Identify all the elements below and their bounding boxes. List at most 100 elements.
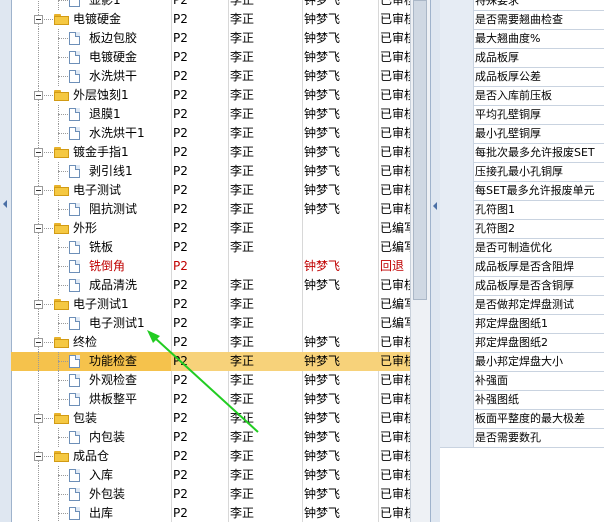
tree-row[interactable]: 外形 P2 李正 已编写 [11,219,410,238]
tree-row[interactable]: 退膜1 P2 李正 钟梦飞 已审核 [11,105,410,124]
property-row[interactable]: 邦定焊盘图纸2 [440,333,604,353]
tree-row[interactable]: 外包装 P2 李正 钟梦飞 已审核 [11,485,410,504]
row-name: 成品清洗 [89,278,138,292]
property-label: 是否需要数孔 [475,431,541,444]
row-code: P2 [173,183,188,197]
property-row-header [440,67,474,86]
property-label: 是否做邦定焊盘测试 [475,298,574,311]
tree-row[interactable]: 烘板整平 P2 李正 钟梦飞 已审核 [11,390,410,409]
property-row[interactable]: 压接孔最小孔铜厚 [440,162,604,182]
property-row[interactable]: 最大翘曲度% [440,29,604,49]
tree-row[interactable]: 电镀硬金 P2 李正 钟梦飞 已审核 [11,48,410,67]
collapse-toggle-icon[interactable] [34,414,43,423]
scrollbar-thumb[interactable] [413,0,427,300]
property-label: 平均孔壁铜厚 [475,108,541,121]
tree-row[interactable]: 水洗烘干 P2 李正 钟梦飞 已审核 [11,67,410,86]
property-label: 每批次最多允许报废SET [475,146,595,159]
tree-row[interactable]: 显影1 P2 李正 钟梦飞 已审核 [11,0,410,10]
property-row[interactable]: 平均孔壁铜厚 [440,105,604,125]
property-row-header [440,10,474,29]
tree-row[interactable]: 外观检查 P2 李正 钟梦飞 已审核 [11,371,410,390]
collapse-panel-icon[interactable] [433,202,437,210]
tree-row[interactable]: 终检 P2 李正 钟梦飞 已审核 [11,333,410,352]
property-label: 补强面 [475,374,508,387]
row-author: 李正 [230,335,255,349]
collapse-toggle-icon[interactable] [34,300,43,309]
row-name-cell: 阻抗测试 [11,200,171,219]
row-name-cell: 电镀硬金 [11,10,171,29]
tree-guide-line [38,276,39,295]
collapse-left-icon[interactable] [3,200,7,208]
tree-row[interactable]: 内包装 P2 李正 钟梦飞 已审核 [11,428,410,447]
row-name: 板边包胶 [89,31,138,45]
row-author: 李正 [230,12,255,26]
collapse-toggle-icon[interactable] [34,224,43,233]
tree-row[interactable]: 剥引线1 P2 李正 钟梦飞 已审核 [11,162,410,181]
tree-row[interactable]: 镀金手指1 P2 李正 钟梦飞 已审核 [11,143,410,162]
tree-guide-line [58,57,68,58]
row-name-cell: 功能检查 [11,352,171,371]
property-row[interactable]: 是否做邦定焊盘测试 [440,295,604,315]
property-row[interactable]: 成品板厚 [440,48,604,68]
tree-row[interactable]: 外层蚀刻1 P2 李正 钟梦飞 已审核 [11,86,410,105]
collapse-toggle-icon[interactable] [34,338,43,347]
row-status: 已审核 [380,107,410,121]
property-label: 成品板厚公差 [475,70,541,83]
tree-row[interactable]: 水洗烘干1 P2 李正 钟梦飞 已审核 [11,124,410,143]
property-row[interactable]: 成品板厚是否含阻焊 [440,257,604,277]
property-row[interactable]: 成品板厚是否含铜厚 [440,276,604,296]
row-reviewer: 钟梦飞 [304,31,341,45]
property-label: 邦定焊盘图纸2 [475,336,548,349]
property-row[interactable]: 每SET最多允许报废单元 [440,181,604,201]
row-author: 李正 [230,506,255,520]
property-row[interactable]: 补强图纸 [440,390,604,410]
tree-row[interactable]: 电子测试1 P2 李正 已编写 [11,295,410,314]
property-row[interactable]: 成品板厚公差 [440,67,604,87]
tree-row[interactable]: 入库 P2 李正 钟梦飞 已审核 [11,466,410,485]
tree-row[interactable]: 出库 P2 李正 钟梦飞 已审核 [11,504,410,522]
tree-guide-line [38,67,39,86]
tree-row[interactable]: 包装 P2 李正 钟梦飞 已审核 [11,409,410,428]
tree-row[interactable]: 成品仓 P2 李正 钟梦飞 已审核 [11,447,410,466]
property-row[interactable]: 每批次最多允许报废SET [440,143,604,163]
property-row[interactable]: 是否需要翘曲检查 [440,10,604,30]
property-row[interactable]: 邦定焊盘图纸1 [440,314,604,334]
tree-vertical-scrollbar[interactable] [410,0,430,522]
property-row[interactable]: 孔符图1 [440,200,604,220]
property-row[interactable]: 最小邦定焊盘大小 [440,352,604,372]
property-row[interactable]: 补强面 [440,371,604,391]
row-reviewer: 钟梦飞 [304,126,341,140]
tree-guide-line [38,257,39,276]
tree-row[interactable]: 铣板 P2 李正 已编写 [11,238,410,257]
collapse-toggle-icon[interactable] [34,15,43,24]
property-row[interactable]: 是否需要数孔 [440,428,604,448]
property-label: 邦定焊盘图纸1 [475,317,548,330]
collapse-toggle-icon[interactable] [34,452,43,461]
tree-row[interactable]: 电子测试 P2 李正 钟梦飞 已审核 [11,181,410,200]
collapse-toggle-icon[interactable] [34,91,43,100]
tree-row[interactable]: 功能检查 P2 李正 钟梦飞 已审核 [11,352,410,371]
property-row[interactable]: 板面平整度的最大极差 [440,409,604,429]
row-name-cell: 烘板整平 [11,390,171,409]
property-row[interactable]: 最小孔壁铜厚 [440,124,604,144]
tree-row[interactable]: 电镀硬金 P2 李正 钟梦飞 已审核 [11,10,410,29]
property-row-header [440,181,474,200]
tree-row[interactable]: 板边包胶 P2 李正 钟梦飞 已审核 [11,29,410,48]
property-label: 板面平整度的最大极差 [475,412,585,425]
tree-row[interactable]: 成品清洗 P2 李正 钟梦飞 已审核 [11,276,410,295]
row-name: 成品仓 [73,449,110,463]
tree-row[interactable]: 阻抗测试 P2 李正 钟梦飞 已审核 [11,200,410,219]
property-row[interactable]: 是否入库前压板 [440,86,604,106]
property-row[interactable]: 孔符图2 [440,219,604,239]
tree-row[interactable]: 铣倒角 P2 钟梦飞 回退 [11,257,410,276]
tree-guide-line [58,475,68,476]
row-status: 已审核 [380,392,410,406]
tree-row[interactable]: 电子测试1 P2 李正 已编写 [11,314,410,333]
property-row[interactable]: 是否可制造优化 [440,238,604,258]
row-name: 功能检查 [89,354,138,368]
collapse-toggle-icon[interactable] [34,186,43,195]
row-status: 已审核 [380,449,410,463]
collapse-toggle-icon[interactable] [34,148,43,157]
tree-guide-line [38,390,39,409]
folder-icon [54,14,69,25]
